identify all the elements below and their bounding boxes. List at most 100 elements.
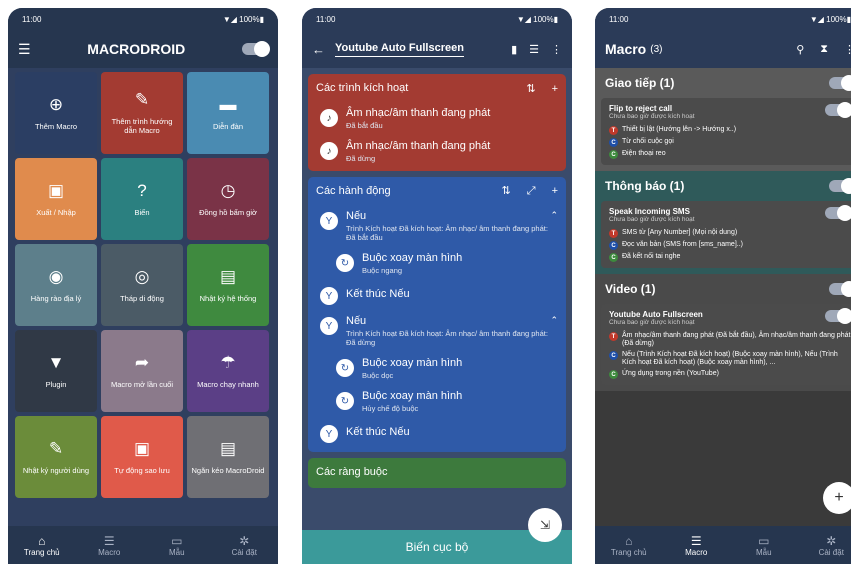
action-item[interactable]: ↻ Buộc xoay màn hình Hủy chế độ buộc (308, 385, 566, 418)
collapse-all-icon[interactable]: ⧗ (820, 43, 828, 56)
line-text: Điện thoại reo (622, 150, 666, 157)
tile-hang-rao-dia-ly[interactable]: ◉ Hàng rào địa lý (15, 244, 97, 326)
nav-cai-dat[interactable]: ✲ Cài đặt (211, 526, 279, 564)
nav-label: Mẫu (168, 547, 185, 557)
action-item[interactable]: ↻ Buộc xoay màn hình Buộc dọc (308, 352, 566, 385)
macro-toggle[interactable] (825, 308, 851, 324)
tile-xuat-nhap[interactable]: ▣ Xuất / Nhập (15, 158, 97, 240)
tile-dong-ho-bam-gio[interactable]: ◷ Đồng hồ bấm giờ (187, 158, 269, 240)
rotate-icon: ↻ (336, 254, 354, 272)
group-header[interactable]: Thông báo (1) (595, 171, 851, 201)
collapse-icon[interactable]: ⌃ (550, 315, 558, 326)
save-icon: ⇲ (539, 518, 551, 532)
page-title: Macro (605, 41, 647, 57)
nav-macro[interactable]: ☰ Macro (76, 526, 144, 564)
macro-title: Flip to reject call (609, 104, 673, 113)
macro-line: C Đọc văn bản (SMS from [sms_name]..) (609, 241, 851, 250)
line-badge: C (609, 370, 618, 379)
nav-label: Cài đặt (231, 547, 257, 557)
tile-label: Thêm trình hướng dẫn Macro (111, 117, 173, 135)
tile-icon: ▤ (219, 266, 237, 286)
more-vert-icon[interactable]: ⋮ (844, 43, 851, 56)
group-toggle[interactable] (829, 178, 851, 194)
line-badge: C (609, 351, 618, 360)
reorder-icon[interactable]: ⇅ (502, 185, 511, 197)
tile-label: Macro mở lần cuối (110, 379, 174, 389)
if-block[interactable]: Y Nếu Trình Kích hoạt Đã kích hoạt: Âm nh… (308, 310, 566, 352)
actions-header: Các hành động ⇅ ⤢ + (308, 177, 566, 205)
macro-toggle[interactable] (825, 102, 851, 118)
expand-icon[interactable]: ⤢ (527, 185, 536, 197)
if-title: Nếu (346, 315, 367, 327)
end-if-item[interactable]: Y Kết thúc Nếu (308, 280, 566, 310)
tile-them-trinh-huong-dan-macro[interactable]: ✎ Thêm trình hướng dẫn Macro (101, 72, 183, 154)
nav-label: Mẫu (755, 547, 772, 557)
group-name: Thông báo (1) (605, 179, 685, 193)
collapse-icon[interactable]: ⌃ (550, 210, 558, 221)
group-header[interactable]: Video (1) (595, 274, 851, 304)
tile-tu-dong-sao-luu[interactable]: ▣ Tự động sao lưu (101, 416, 183, 498)
nav-icon: ✲ (826, 533, 837, 548)
macro-name-field[interactable]: Youtube Auto Fullscreen (335, 42, 464, 57)
line-badge: T (609, 229, 618, 238)
tile-ngan-keo-macrodroid[interactable]: ▤ Ngăn kéo MacroDroid (187, 416, 269, 498)
add-trigger-icon[interactable]: + (552, 83, 558, 95)
tile-label: Nhật ký hệ thống (199, 293, 257, 303)
enable-toggle[interactable] (242, 41, 270, 57)
nav-trang-chu[interactable]: ⌂ Trang chủ (8, 526, 76, 564)
macro-toggle[interactable] (825, 205, 851, 221)
nav-mau[interactable]: ▭ Mẫu (730, 526, 798, 564)
reorder-icon[interactable]: ⇅ (526, 83, 535, 95)
phone-macro-editor: 11:00 ▼◢ 100%▮ ← Youtube Auto Fullscreen… (302, 8, 572, 564)
branch-icon: Y (320, 212, 338, 230)
tile-label: Tháp di động (120, 293, 164, 303)
group-header[interactable]: Giao tiếp (1) (595, 68, 851, 98)
nav-icon: ☰ (690, 533, 702, 548)
add-macro-fab[interactable]: + (823, 482, 851, 514)
nav-trang-chu[interactable]: ⌂ Trang chủ (595, 526, 663, 564)
tile-icon: ▼ (47, 352, 65, 372)
tile-macro-chay-nhanh[interactable]: ☂ Macro chạy nhanh (187, 330, 269, 412)
nav-cai-dat[interactable]: ✲ Cài đặt (798, 526, 851, 564)
document-icon[interactable]: ▮ (511, 43, 517, 56)
nav-macro[interactable]: ☰ Macro (663, 526, 731, 564)
save-fab[interactable]: ⇲ (528, 508, 562, 542)
tile-icon: ▣ (47, 180, 65, 200)
macro-title: Youtube Auto Fullscreen (609, 310, 703, 319)
group-toggle[interactable] (829, 281, 851, 297)
tile-nhat-ky-nguoi-dung[interactable]: ✎ Nhật ký người dùng (15, 416, 97, 498)
tile-macro-mo-lan-cuoi[interactable]: ➦ Macro mở lần cuối (101, 330, 183, 412)
macro-card[interactable]: Speak Incoming SMS Chưa bao giờ được kích… (601, 201, 851, 268)
add-icon: + (834, 489, 844, 506)
nav-icon: ☰ (103, 533, 115, 548)
list-icon[interactable]: ☰ (529, 43, 539, 56)
search-icon[interactable]: ⚲ (796, 43, 804, 56)
back-arrow-icon[interactable]: ← (312, 42, 325, 57)
tile-thap-di-dong[interactable]: ◎ Tháp di động (101, 244, 183, 326)
status-bar: 11:00 ▼◢ 100%▮ (8, 8, 278, 30)
tile-nhat-ky-he-thong[interactable]: ▤ Nhật ký hệ thống (187, 244, 269, 326)
status-icons: ▼◢ 100%▮ (516, 14, 558, 24)
end-if-item[interactable]: Y Kết thúc Nếu (308, 418, 566, 448)
line-text: Ứng dụng trong nền (YouTube) (622, 370, 719, 377)
status-icons: ▼◢ 100%▮ (222, 14, 264, 24)
group-toggle[interactable] (829, 75, 851, 91)
menu-icon[interactable]: ☰ (18, 41, 31, 58)
macro-line: T Âm nhạc/âm thanh đang phát (Đã bắt đầu)… (609, 332, 851, 348)
action-item[interactable]: ↻ Buộc xoay màn hình Buộc ngang (308, 247, 566, 280)
if-block[interactable]: Y Nếu Trình Kích hoạt Đã kích hoạt: Âm nh… (308, 205, 566, 247)
end-if-label: Kết thúc Nếu (346, 426, 410, 438)
add-action-icon[interactable]: + (552, 185, 558, 197)
trigger-item[interactable]: ♪ Âm nhạc/âm thanh đang phát Đã bắt đầu (308, 102, 566, 135)
tile-bien[interactable]: ? Biến (101, 158, 183, 240)
more-vert-icon[interactable]: ⋮ (551, 43, 562, 56)
status-bar: 11:00 ▼◢ 100%▮ (595, 8, 851, 30)
tile-plugin[interactable]: ▼ Plugin (15, 330, 97, 412)
nav-mau[interactable]: ▭ Mẫu (143, 526, 211, 564)
macro-card[interactable]: Youtube Auto Fullscreen Chưa bao giờ được… (601, 304, 851, 385)
macro-card[interactable]: Flip to reject call Chưa bao giờ được kíc… (601, 98, 851, 165)
tile-them-macro[interactable]: ⊕ Thêm Macro (15, 72, 97, 154)
macro-subtitle: Chưa bao giờ được kích hoạt (609, 216, 695, 223)
trigger-item[interactable]: ♪ Âm nhạc/âm thanh đang phát Đã dừng (308, 135, 566, 171)
tile-dien-dan[interactable]: ▬ Diễn đàn (187, 72, 269, 154)
